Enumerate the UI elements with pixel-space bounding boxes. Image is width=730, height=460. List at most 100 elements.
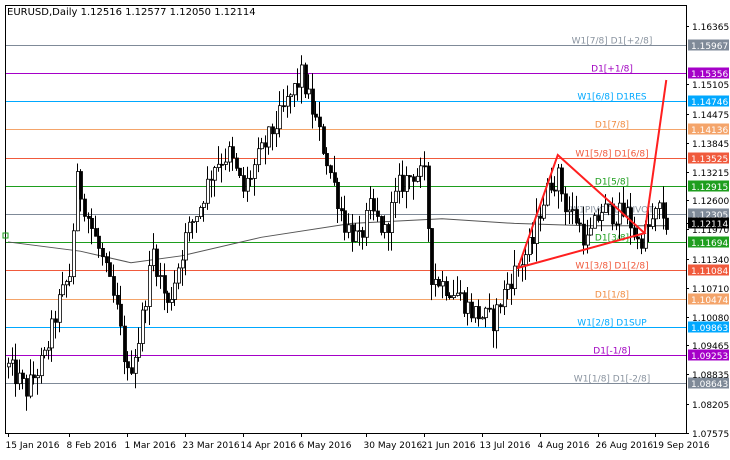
x-tick-label: 26 Aug 2016 <box>596 441 654 451</box>
candle <box>445 281 449 297</box>
candle <box>492 308 496 332</box>
candle <box>7 362 11 368</box>
candle <box>611 203 615 225</box>
candle <box>376 210 380 217</box>
candle <box>90 217 94 229</box>
level-label: W1[3/8] D1[2/8] <box>575 262 648 272</box>
candle <box>658 202 662 209</box>
candle <box>488 307 492 310</box>
candle <box>394 190 398 203</box>
candle <box>282 105 286 108</box>
candle <box>477 306 481 320</box>
candle <box>626 207 630 217</box>
price-tag-label: 1.14136 <box>691 126 728 136</box>
candle <box>513 265 517 290</box>
candle <box>94 228 98 237</box>
candle <box>72 230 76 278</box>
candle <box>296 83 300 88</box>
candle <box>662 202 666 219</box>
candle <box>456 292 460 296</box>
candle <box>293 83 297 96</box>
candle <box>499 304 503 308</box>
candle <box>564 193 568 213</box>
candle <box>134 356 138 374</box>
candle <box>430 228 434 285</box>
candle <box>387 224 391 233</box>
chart-title: EURUSD,Daily 1.12516 1.12577 1.12050 1.1… <box>7 7 256 18</box>
candle <box>474 306 478 319</box>
candle <box>18 372 22 385</box>
candle <box>607 203 611 206</box>
candle <box>358 230 362 232</box>
candle <box>427 165 431 229</box>
y-tick-label: 1.13845 <box>692 140 729 150</box>
y-tick-label: 1.07575 <box>692 430 729 440</box>
x-tick-label: 15 Jan 2016 <box>6 441 60 451</box>
candle <box>231 146 235 159</box>
y-tick-label: 1.16365 <box>692 23 729 33</box>
x-tick-label: 13 Jul 2016 <box>480 441 531 451</box>
price-chart[interactable]: W1[7/8] D1[+2/8] D1[+1/8] W1[6/8] D1RES D1[… <box>0 0 730 456</box>
candle <box>582 223 586 246</box>
x-tick-label: 4 Aug 2016 <box>538 441 590 451</box>
level-label: D1[5/8] <box>595 178 629 188</box>
candle <box>163 275 167 294</box>
candle <box>76 171 80 232</box>
candle <box>347 224 351 233</box>
candle <box>434 278 438 285</box>
candle <box>383 224 387 233</box>
candle <box>123 325 127 363</box>
candle <box>202 202 206 208</box>
y-tick-label: 1.15105 <box>692 81 729 91</box>
candle <box>571 209 575 211</box>
candle <box>539 215 543 219</box>
x-tick-label: 14 Apr 2016 <box>241 441 297 451</box>
price-tag-label: 1.15356 <box>691 70 728 80</box>
candle <box>112 276 116 296</box>
candle <box>238 167 242 176</box>
candle <box>372 198 376 212</box>
candle <box>365 210 369 238</box>
candle <box>173 282 177 300</box>
candle <box>459 292 463 295</box>
candle <box>380 216 384 233</box>
candle <box>336 181 340 209</box>
level-label: W1[5/8] D1[6/8] <box>575 150 648 160</box>
candle <box>647 224 651 227</box>
candle <box>50 318 54 349</box>
candle <box>423 165 427 168</box>
candle <box>130 367 134 374</box>
candle <box>191 221 195 224</box>
price-tag-label: 1.11084 <box>691 267 728 277</box>
candle <box>177 267 181 284</box>
candle <box>68 276 72 282</box>
price-tag-label: 1.09863 <box>691 324 728 334</box>
candle <box>43 349 47 356</box>
candle <box>195 216 199 223</box>
candle <box>557 167 561 192</box>
candle <box>257 148 261 166</box>
candle <box>369 198 373 211</box>
candle <box>188 221 192 234</box>
candle <box>470 301 474 319</box>
candle <box>148 265 152 307</box>
candle <box>463 292 467 314</box>
level-label: D1[7/8] <box>595 121 629 131</box>
candle <box>401 174 405 192</box>
candle <box>495 304 499 332</box>
candle <box>405 175 409 192</box>
candle <box>242 175 246 192</box>
candle <box>47 347 51 351</box>
candle <box>314 113 318 118</box>
candle <box>264 142 268 148</box>
candle <box>54 318 58 323</box>
candle <box>307 88 311 95</box>
candle <box>318 116 322 128</box>
candle <box>144 306 148 311</box>
candle <box>437 278 441 287</box>
candle <box>253 164 257 179</box>
price-tag-label: 1.13525 <box>691 155 728 165</box>
candle <box>159 275 163 277</box>
price-tag-label: 1.15967 <box>691 42 728 52</box>
candle <box>390 202 394 233</box>
